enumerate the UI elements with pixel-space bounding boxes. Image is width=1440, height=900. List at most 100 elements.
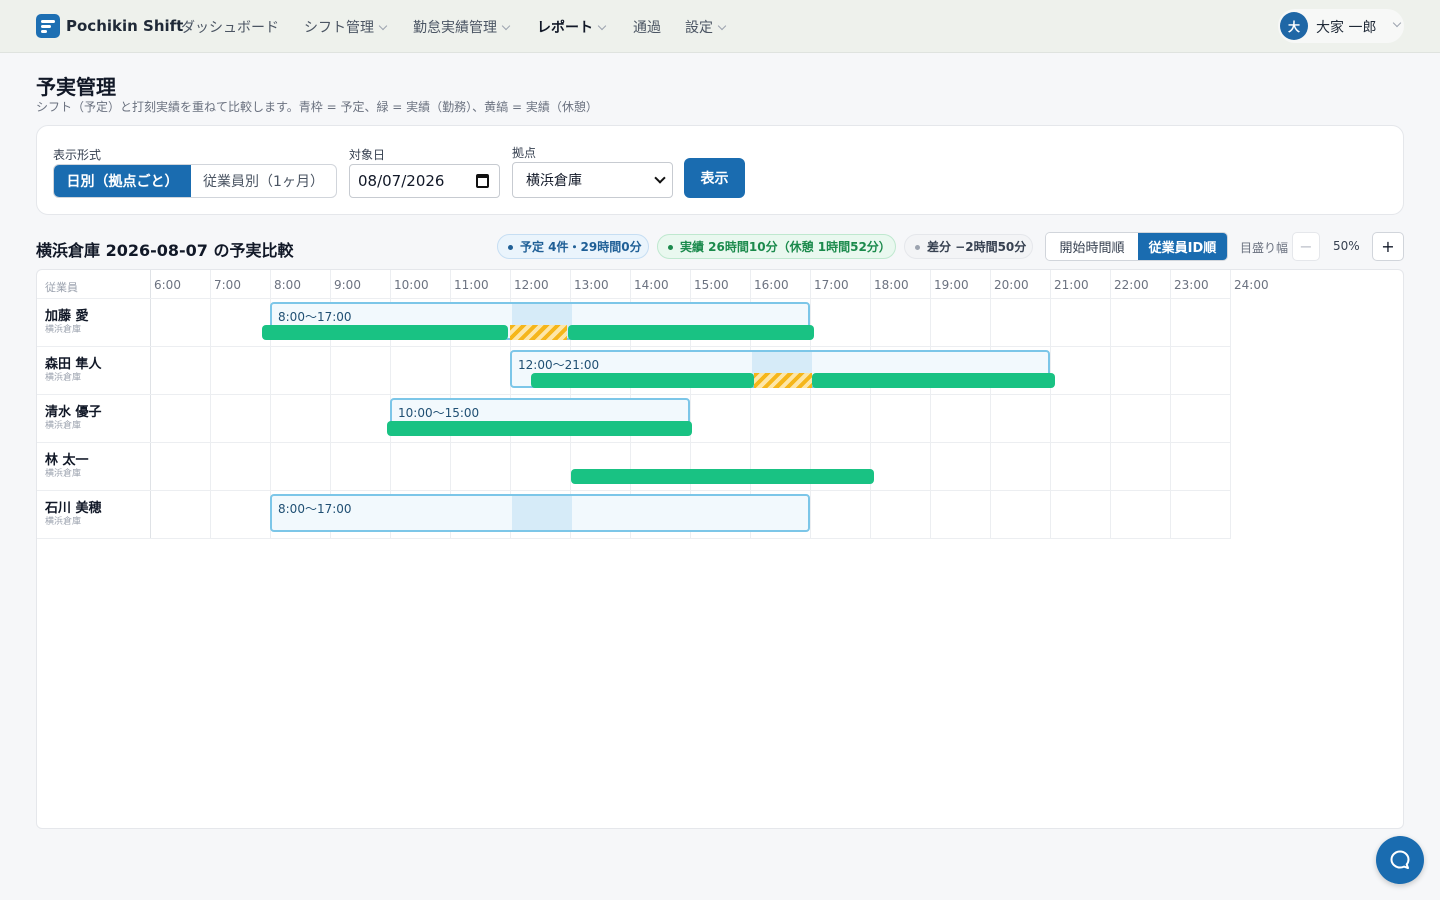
- chevron-down-icon: [378, 21, 388, 31]
- hour-label: 10:00: [394, 278, 429, 292]
- page-title: 予実管理: [36, 75, 116, 99]
- grid-line: [37, 346, 1230, 347]
- hour-label: 6:00: [154, 278, 181, 292]
- sort-toggle: 開始時間順 従業員ID順: [1045, 232, 1228, 261]
- show-button[interactable]: 表示: [684, 158, 745, 198]
- chevron-down-icon: [1392, 18, 1402, 28]
- nav-item-5[interactable]: 設定: [685, 17, 727, 37]
- zoom-value: 50%: [1333, 239, 1360, 253]
- grid-line: [930, 270, 931, 539]
- gantt-grid: 従業員 6:00 7:00 8:00 9:00 10:00 11:00 12:00 13:00…: [37, 270, 1269, 539]
- zoom-in-button[interactable]: +: [1372, 232, 1404, 261]
- nav-item-label: 通過: [633, 20, 661, 36]
- grid-line: [1230, 270, 1231, 539]
- grid-line: [990, 270, 991, 539]
- hour-label: 17:00: [814, 278, 849, 292]
- actual-break-bar[interactable]: [754, 373, 812, 388]
- nav-item-4[interactable]: 通過: [633, 17, 661, 37]
- grid-line: [37, 394, 1230, 395]
- nav-item-3[interactable]: レポート: [537, 17, 607, 37]
- hour-label: 19:00: [934, 278, 969, 292]
- sort-by-start-button[interactable]: 開始時間順: [1046, 233, 1138, 260]
- employee-location: 横浜倉庫: [45, 469, 82, 479]
- employee-location: 横浜倉庫: [45, 421, 82, 431]
- top-navbar: Pochikin Shift ダッシュボード シフト管理 勤怠実績管理 レポート 通過 設…: [0, 0, 1440, 53]
- view-monthly-button[interactable]: 従業員別（1ヶ月）: [191, 165, 336, 197]
- actual-summary-badge: 実績 26時間10分（休憩 1時間52分）: [657, 234, 896, 259]
- hour-label: 24:00: [1234, 278, 1269, 292]
- nav-item-label: ダッシュボード: [181, 20, 279, 36]
- actual-work-bar[interactable]: [811, 373, 1055, 388]
- location-select[interactable]: 横浜倉庫: [512, 162, 673, 198]
- hour-label: 21:00: [1054, 278, 1089, 292]
- hour-label: 13:00: [574, 278, 609, 292]
- zoom-label: 目盛り幅: [1240, 241, 1289, 255]
- sort-by-id-button[interactable]: 従業員ID順: [1138, 233, 1227, 260]
- nav-item-label: シフト管理: [304, 20, 374, 36]
- hour-label: 11:00: [454, 278, 489, 292]
- date-value: 08/07/2026: [358, 172, 445, 190]
- app-logo-icon: [36, 14, 60, 38]
- location-value: 横浜倉庫: [526, 173, 582, 189]
- grid-line: [37, 490, 1230, 491]
- actual-work-bar[interactable]: [568, 325, 815, 340]
- planned-shift-label: 10:00〜15:00: [398, 406, 480, 420]
- user-name: 大家 一郎: [1316, 20, 1377, 36]
- chevron-down-icon: [597, 21, 607, 31]
- chevron-down-icon: [717, 21, 727, 31]
- grid-line: [37, 538, 1230, 539]
- employee-column-header: 従業員: [45, 281, 78, 294]
- date-input[interactable]: 08/07/2026: [349, 164, 500, 198]
- plan-summary-badge: 予定 4件・29時間0分: [497, 234, 649, 259]
- grid-line: [37, 442, 1230, 443]
- hour-label: 20:00: [994, 278, 1029, 292]
- hour-label: 8:00: [274, 278, 301, 292]
- calendar-icon[interactable]: [476, 174, 489, 188]
- grid-line: [150, 270, 151, 539]
- user-menu[interactable]: 大 大家 一郎: [1278, 9, 1404, 43]
- comparison-title: 横浜倉庫 2026-08-07 の予実比較: [36, 241, 294, 260]
- page-subtitle: シフト（予定）と打刻実績を重ねて比較します。青枠 = 予定、緑 = 実績（勤務）…: [36, 100, 598, 114]
- nav-item-2[interactable]: 勤怠実績管理: [413, 17, 511, 37]
- hour-label: 16:00: [754, 278, 789, 292]
- nav-item-label: 設定: [685, 20, 713, 36]
- actual-work-bar[interactable]: [571, 469, 875, 484]
- chevron-down-icon: [654, 172, 666, 184]
- location-label: 拠点: [512, 146, 537, 160]
- view-mode-toggle: 日別（拠点ごと） 従業員別（1ヶ月）: [53, 164, 337, 198]
- date-label: 対象日: [349, 148, 386, 162]
- grid-line: [37, 298, 1230, 299]
- actual-work-bar[interactable]: [387, 421, 692, 436]
- schedule-gantt: 従業員 6:00 7:00 8:00 9:00 10:00 11:00 12:00 13:00…: [36, 269, 1404, 829]
- diff-summary-badge: 差分 −2時間50分: [904, 234, 1033, 259]
- grid-line: [810, 270, 811, 539]
- nav-item-1[interactable]: シフト管理: [304, 17, 388, 37]
- nav-item-0[interactable]: ダッシュボード: [181, 17, 279, 37]
- app-name: Pochikin Shift: [66, 17, 184, 35]
- brand[interactable]: Pochikin Shift: [36, 14, 183, 38]
- hour-label: 9:00: [334, 278, 361, 292]
- chat-button[interactable]: [1376, 836, 1424, 884]
- nav-item-label: レポート: [537, 20, 593, 36]
- employee-location: 横浜倉庫: [45, 517, 82, 527]
- actual-break-bar[interactable]: [510, 325, 567, 340]
- nav-item-label: 勤怠実績管理: [413, 20, 497, 36]
- planned-shift-bar[interactable]: 8:00〜17:00: [270, 494, 810, 532]
- chevron-down-icon: [501, 21, 511, 31]
- employee-location: 横浜倉庫: [45, 325, 82, 335]
- view-daily-button[interactable]: 日別（拠点ごと）: [54, 165, 191, 197]
- zoom-out-button[interactable]: −: [1292, 232, 1320, 261]
- actual-work-bar[interactable]: [531, 373, 755, 388]
- grid-line: [210, 270, 211, 539]
- view-mode-label: 表示形式: [53, 148, 102, 162]
- hour-label: 15:00: [694, 278, 729, 292]
- grid-line: [1110, 270, 1111, 539]
- hour-label: 14:00: [634, 278, 669, 292]
- actual-work-bar[interactable]: [262, 325, 509, 340]
- hour-label: 23:00: [1174, 278, 1209, 292]
- grid-line: [870, 270, 871, 539]
- grid-line: [1170, 270, 1171, 539]
- planned-shift-label: 8:00〜17:00: [278, 502, 352, 516]
- hour-label: 22:00: [1114, 278, 1149, 292]
- hour-label: 18:00: [874, 278, 909, 292]
